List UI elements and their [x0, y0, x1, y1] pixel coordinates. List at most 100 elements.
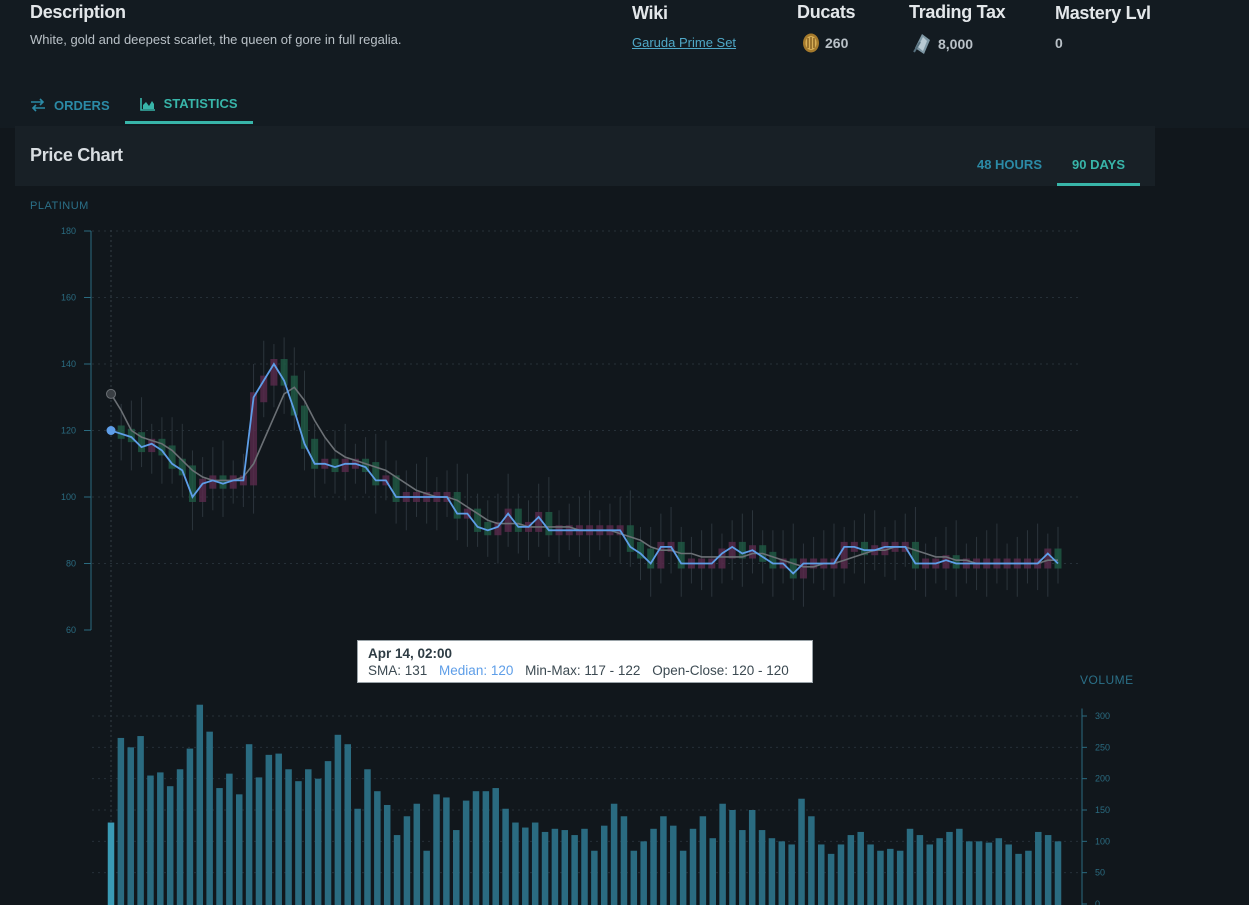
- sma-hover-dot: [106, 388, 116, 399]
- volume-bar: [926, 844, 934, 905]
- volume-bar: [275, 753, 282, 905]
- volume-bar: [393, 835, 401, 905]
- price-tick-label: 60: [66, 625, 76, 635]
- chart-tooltip: Apr 14, 02:00 SMA: 131 Median: 120 Min-M…: [357, 640, 813, 683]
- volume-bar: [670, 825, 677, 905]
- price-candle: [545, 511, 553, 536]
- volume-bar: [709, 838, 716, 905]
- median-hover-dot: [106, 426, 116, 435]
- price-candle: [728, 541, 736, 559]
- price-candle: [514, 508, 522, 532]
- volume-bar: [640, 841, 647, 905]
- volume-bar: [127, 747, 134, 905]
- price-volume-chart[interactable]: 60 80 100 120 140 160 180 0 50 100 150 200 250 300: [0, 0, 1249, 905]
- volume-bar: [226, 773, 233, 905]
- price-candle: [677, 541, 685, 569]
- volume-bar: [946, 831, 953, 905]
- volume-bar: [758, 830, 766, 905]
- tooltip-openclose: Open-Close: 120 - 120: [652, 663, 789, 678]
- volume-bar: [314, 778, 322, 905]
- price-tick-label: 100: [61, 492, 76, 502]
- volume-bar: [117, 737, 125, 905]
- volume-bar: [413, 803, 421, 905]
- volume-bar: [374, 791, 381, 905]
- volume-bar: [206, 731, 213, 905]
- price-candle: [769, 551, 777, 569]
- price-tick-label: 160: [61, 293, 76, 303]
- volume-bar: [403, 816, 411, 905]
- volume-bar: [689, 828, 697, 905]
- volume-bar: [798, 798, 805, 905]
- price-candle: [1054, 548, 1062, 569]
- volume-bar: [985, 842, 993, 905]
- volume-bar: [186, 748, 194, 905]
- price-candle: [799, 558, 807, 579]
- volume-tick-label: 50: [1095, 868, 1105, 878]
- volume-bar: [107, 822, 115, 905]
- volume-bar: [788, 844, 795, 905]
- volume-bar: [255, 777, 263, 905]
- volume-bar: [502, 808, 509, 905]
- volume-bar: [334, 734, 342, 905]
- volume-bar: [285, 769, 292, 905]
- volume-bar: [620, 816, 628, 905]
- volume-bar: [1054, 841, 1062, 905]
- volume-bar: [887, 848, 894, 905]
- volume-bar: [354, 808, 361, 905]
- volume-bar: [453, 830, 460, 905]
- volume-bar: [1044, 835, 1052, 905]
- volume-bar: [1005, 844, 1012, 905]
- volume-tick-label: 0: [1095, 899, 1100, 905]
- volume-bar: [956, 828, 963, 905]
- volume-tick-label: 100: [1095, 836, 1110, 846]
- price-candle: [250, 392, 258, 486]
- volume-tick-label: 300: [1095, 711, 1110, 721]
- volume-bar: [768, 838, 776, 905]
- volume-bar: [827, 853, 835, 905]
- volume-bar: [531, 822, 539, 905]
- price-candle: [789, 558, 797, 579]
- price-candle: [535, 511, 543, 532]
- price-candle: [504, 508, 512, 532]
- price-candle: [453, 492, 461, 519]
- volume-bar: [739, 830, 746, 905]
- volume-bar: [472, 791, 480, 905]
- volume-bar: [176, 769, 184, 905]
- volume-bar: [650, 828, 657, 905]
- price-tick-label: 180: [61, 226, 76, 236]
- volume-bar: [581, 828, 588, 905]
- volume-bar: [512, 822, 519, 905]
- price-candle: [840, 541, 848, 569]
- volume-bar: [147, 775, 154, 905]
- volume-bar: [847, 835, 855, 905]
- volume-bar: [995, 838, 1003, 905]
- volume-bar: [137, 736, 144, 905]
- volume-bar: [600, 825, 608, 905]
- volume-bar: [433, 794, 440, 905]
- volume-bar: [936, 838, 943, 905]
- volume-bar: [660, 816, 667, 905]
- volume-bar: [1035, 831, 1042, 905]
- volume-bar: [610, 803, 618, 905]
- volume-bar: [423, 850, 430, 905]
- tooltip-values: SMA: 131 Median: 120 Min-Max: 117 - 122 …: [368, 663, 802, 678]
- volume-bar: [561, 830, 569, 905]
- volume-bar: [196, 704, 204, 905]
- volume-bar: [157, 772, 164, 905]
- volume-tick-label: 200: [1095, 774, 1110, 784]
- volume-bar: [630, 850, 638, 905]
- volume-bar: [591, 850, 598, 905]
- volume-bar: [492, 788, 499, 905]
- price-tick-label: 140: [61, 359, 76, 369]
- volume-bar: [216, 788, 223, 905]
- volume-bar: [295, 781, 302, 905]
- volume-bar: [679, 850, 687, 905]
- volume-bar: [748, 810, 756, 905]
- price-candle: [1044, 548, 1052, 569]
- volume-bar: [551, 828, 559, 905]
- volume-tick-label: 250: [1095, 742, 1110, 752]
- volume-bar: [906, 828, 914, 905]
- volume-bar: [344, 744, 351, 905]
- volume-bar: [1025, 850, 1032, 905]
- price-tick-label: 80: [66, 559, 76, 569]
